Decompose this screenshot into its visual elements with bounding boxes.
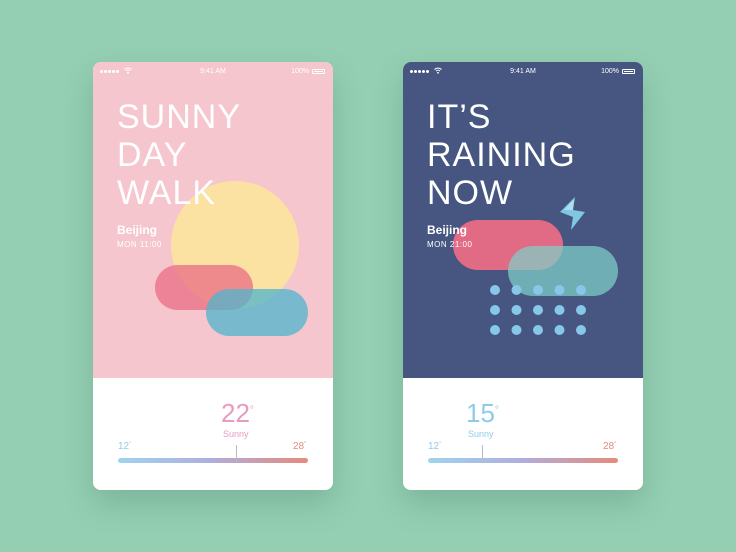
degree-symbol: ° <box>249 405 254 416</box>
range-high-value: 28 <box>293 441 305 452</box>
raindrop-icon <box>511 325 522 335</box>
temperature-range-bar <box>118 458 308 463</box>
temperature-panel: 22° Sunny 12° 28° <box>93 378 333 490</box>
range-low: 12° <box>428 441 441 452</box>
city-name: Beijing <box>117 223 158 237</box>
temperature-range-bar <box>428 458 618 463</box>
temperature-value: 15 <box>466 398 495 428</box>
raindrop-icon <box>490 305 500 315</box>
temperature-value: 22 <box>221 398 250 428</box>
date-time: MON 11:00 <box>117 240 162 249</box>
range-high: 28° <box>293 441 306 452</box>
raindrop-icon <box>554 305 565 315</box>
range-low-value: 12 <box>118 441 130 452</box>
headline-line: NOW <box>427 174 514 212</box>
headline-line: WALK <box>117 174 217 212</box>
raindrop-icon <box>576 285 586 295</box>
headline-line: RAINING <box>427 136 576 174</box>
degree-symbol: ° <box>129 441 132 447</box>
headline-line: DAY <box>117 136 188 174</box>
current-temperature: 15° <box>466 399 499 427</box>
weather-card-sunny[interactable]: 9:41 AM 100% SUNNY DAY WALK Beijing MON … <box>93 62 333 490</box>
date-time: MON 21:00 <box>427 240 473 249</box>
raindrop-icon <box>490 325 500 335</box>
raindrop-icon <box>533 285 543 295</box>
range-low: 12° <box>118 441 131 452</box>
weather-panel: 9:41 AM 100% IT’S RAINING NOW Beijing MO… <box>403 62 643 378</box>
cloud-icon <box>206 289 308 336</box>
condition-label: Sunny <box>468 429 494 439</box>
range-low-value: 12 <box>428 441 440 452</box>
raindrop-icon <box>511 285 522 295</box>
raindrop-icon <box>490 285 500 295</box>
raindrop-icon <box>533 305 543 315</box>
headline-line: SUNNY <box>117 98 242 136</box>
temperature-panel: 15° Sunny 12° 28° <box>403 378 643 490</box>
weather-headline: SUNNY DAY WALK <box>117 98 241 212</box>
current-temperature: 22° <box>221 399 254 427</box>
degree-symbol: ° <box>494 405 499 416</box>
weather-headline: IT’S RAINING NOW <box>427 98 576 212</box>
degree-symbol: ° <box>439 441 442 447</box>
weather-panel: 9:41 AM 100% SUNNY DAY WALK Beijing MON … <box>93 62 333 378</box>
raindrop-icon <box>511 305 522 315</box>
raindrop-icon <box>576 305 586 315</box>
raindrop-icon <box>533 325 543 335</box>
city-name: Beijing <box>427 223 468 237</box>
degree-symbol: ° <box>304 441 307 447</box>
headline-line: IT’S <box>427 98 492 136</box>
range-high: 28° <box>603 441 616 452</box>
raindrop-icon <box>554 325 565 335</box>
raindrop-icon <box>554 285 565 295</box>
degree-symbol: ° <box>614 441 617 447</box>
weather-card-rainy[interactable]: 9:41 AM 100% IT’S RAINING NOW Beijing MO… <box>403 62 643 490</box>
range-high-value: 28 <box>603 441 615 452</box>
current-temp-marker <box>482 445 483 463</box>
condition-label: Sunny <box>223 429 249 439</box>
raindrop-icon <box>576 325 586 335</box>
current-temp-marker <box>236 445 237 463</box>
